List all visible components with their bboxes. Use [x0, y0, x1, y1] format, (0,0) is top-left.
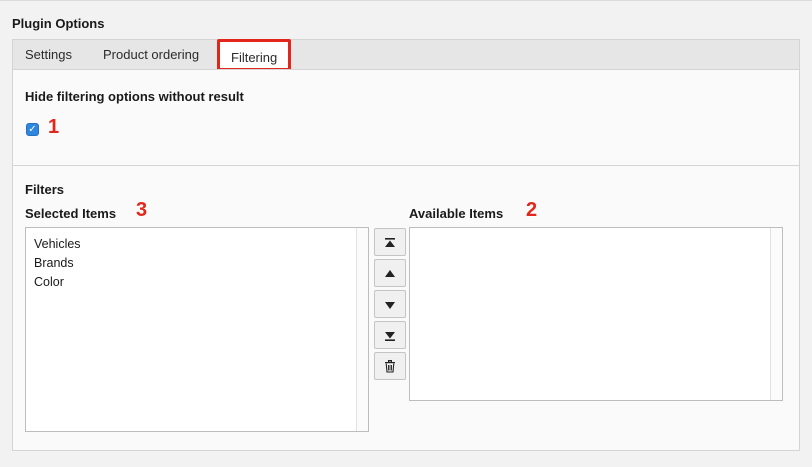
tab-settings[interactable]: Settings [13, 40, 84, 70]
filtering-panel: Hide filtering options without result ✓ … [12, 69, 800, 451]
list-item[interactable]: Brands [34, 254, 81, 273]
panel-divider [13, 165, 799, 166]
move-to-bottom-button[interactable] [374, 321, 406, 349]
annotation-badge-1: 1 [48, 116, 60, 138]
tab-product-ordering[interactable]: Product ordering [91, 40, 211, 70]
available-items-label: Available Items [409, 206, 504, 221]
selected-items-label: Selected Items [25, 206, 117, 221]
list-item[interactable]: Color [34, 273, 81, 292]
remove-item-button[interactable] [374, 352, 406, 380]
tab-bar: Settings Product ordering Filtering [12, 39, 800, 71]
list-item[interactable]: Vehicles [34, 235, 81, 254]
annotation-badge-3: 3 [136, 199, 148, 221]
selected-items-list[interactable]: Vehicles Brands Color [25, 227, 369, 432]
move-down-button[interactable] [374, 290, 406, 318]
hide-filtering-checkbox[interactable]: ✓ [26, 123, 39, 136]
move-down-icon [385, 301, 395, 309]
tab-filtering[interactable]: Filtering [217, 39, 292, 71]
selected-list-scrollbar[interactable] [356, 228, 368, 431]
filters-label: Filters [25, 182, 65, 197]
move-to-top-button[interactable] [374, 228, 406, 256]
move-up-icon [385, 269, 395, 277]
section-title: Plugin Options [12, 16, 105, 31]
available-list-scrollbar[interactable] [770, 228, 782, 400]
move-up-button[interactable] [374, 259, 406, 287]
annotation-badge-2: 2 [526, 199, 538, 221]
hide-filtering-label: Hide filtering options without result [25, 89, 244, 104]
available-items-list[interactable] [409, 227, 783, 401]
move-to-bottom-icon [385, 331, 395, 341]
trash-icon [385, 360, 395, 373]
top-divider [0, 0, 812, 1]
move-to-top-icon [385, 237, 395, 247]
